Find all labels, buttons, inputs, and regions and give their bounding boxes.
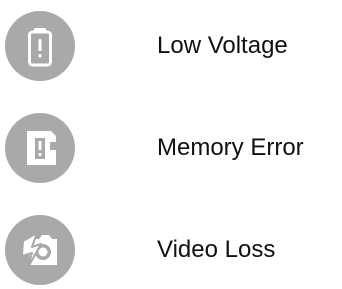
legend-label: Video Loss xyxy=(157,236,276,263)
battery-alert-icon xyxy=(5,11,75,81)
legend-item-video-loss: Video Loss xyxy=(0,215,342,285)
status-legend: Low Voltage Memory Error Video Loss xyxy=(0,0,342,289)
legend-label: Memory Error xyxy=(157,134,304,161)
legend-label: Low Voltage xyxy=(157,32,288,59)
memory-card-error-icon xyxy=(5,113,75,183)
legend-item-low-voltage: Low Voltage xyxy=(0,11,342,81)
camera-off-icon xyxy=(5,215,75,285)
legend-item-memory-error: Memory Error xyxy=(0,113,342,183)
